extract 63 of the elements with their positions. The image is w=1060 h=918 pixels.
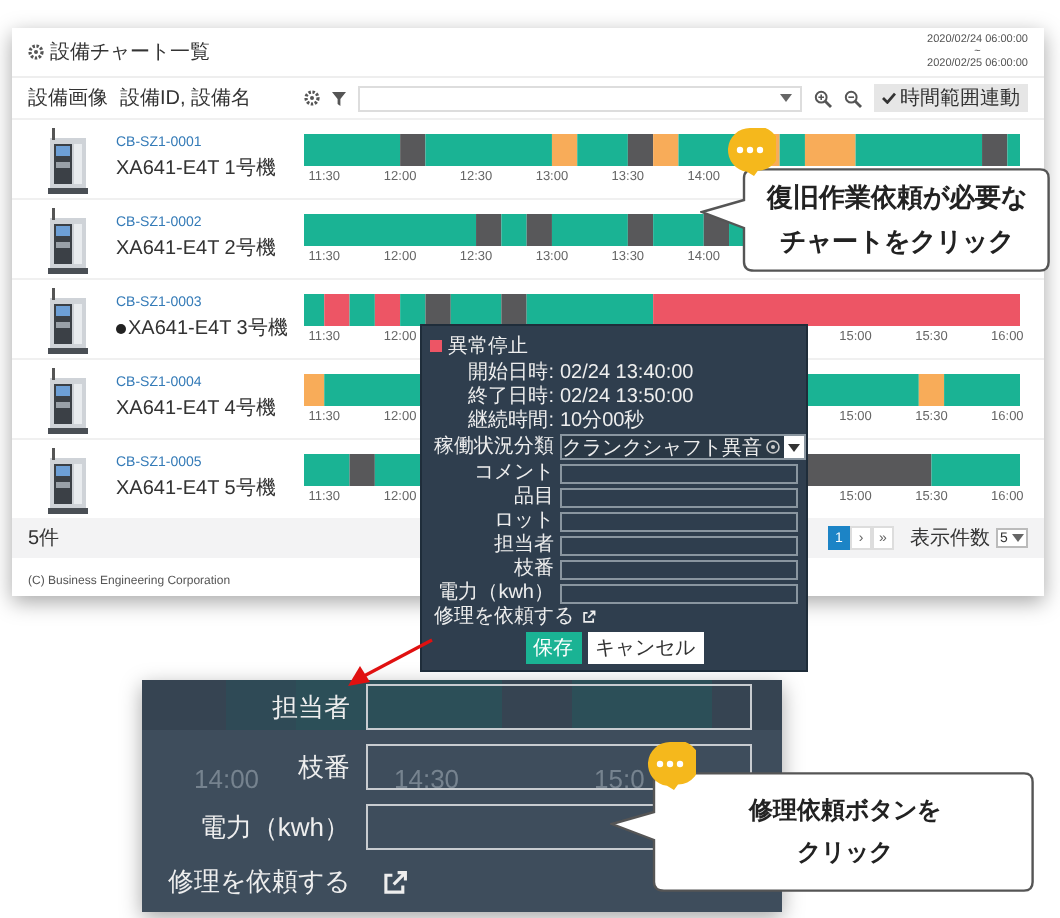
field-value: 02/24 13:50:00 — [560, 386, 694, 408]
field-label: ロット — [492, 510, 554, 532]
input-field[interactable] — [366, 684, 752, 730]
external-link-icon[interactable] — [582, 610, 596, 624]
field-label: 担当者 — [272, 689, 350, 725]
repair-request-link[interactable]: 修理を依頼する — [434, 606, 574, 628]
clear-icon[interactable] — [766, 440, 780, 454]
field-label: 担当者 — [492, 534, 554, 556]
field-label: コメント — [472, 462, 554, 484]
callout-text: 復旧作業依頼が必要な — [767, 180, 1027, 216]
check-icon — [882, 92, 896, 104]
field-value: 02/24 13:40:00 — [560, 362, 694, 384]
machine-name: XA641-E4T 3号機 — [128, 315, 288, 342]
page-size-label: 表示件数 — [910, 525, 990, 552]
page-title: 設備チャート一覧 — [50, 39, 210, 66]
input-field[interactable] — [560, 559, 798, 579]
gear-icon[interactable] — [28, 44, 44, 60]
machine-name: XA641-E4T 4号機 — [116, 395, 276, 422]
category-select[interactable]: クランクシャフト異音 — [560, 434, 806, 460]
field-label: 終了日時: — [466, 386, 554, 408]
callout-text: チャートをクリック — [780, 224, 1014, 260]
time-label: 15:0 — [594, 764, 645, 794]
callout-text: クリック — [797, 836, 893, 870]
input-field[interactable] — [560, 487, 798, 507]
input-field[interactable] — [560, 583, 798, 603]
chat-bubble-icon — [644, 742, 696, 790]
zoom-in-icon[interactable] — [814, 89, 832, 107]
field-label: 枝番 — [298, 749, 350, 785]
time-label: 14:00 — [194, 764, 260, 794]
input-field[interactable] — [560, 511, 798, 531]
machine-name: XA641-E4T 1号機 — [116, 155, 276, 182]
input-field[interactable] — [560, 535, 798, 555]
chat-bubble-icon — [724, 128, 776, 176]
field-label: 電力（kwh） — [199, 809, 350, 845]
zoom-out-icon[interactable] — [844, 89, 862, 107]
external-link-icon[interactable] — [382, 869, 408, 895]
field-label: 枝番 — [512, 558, 554, 580]
field-label: 電力（kwh） — [436, 582, 554, 604]
dialog-title: 異常停止 — [448, 333, 528, 360]
machine-name: XA641-E4T 5号機 — [116, 475, 276, 502]
input-field[interactable] — [560, 463, 798, 483]
field-label: 開始日時: — [466, 362, 554, 384]
caret-icon — [1012, 534, 1024, 542]
status-square-icon — [430, 340, 442, 352]
field-label: 品目 — [512, 486, 554, 508]
callout-text: 修理依頼ボタンを — [749, 794, 941, 828]
field-value: 10分00秒 — [560, 410, 645, 432]
pointer-arrow — [348, 638, 433, 686]
filter-icon[interactable] — [332, 91, 346, 105]
field-label: 継続時間: — [466, 410, 554, 432]
time-label: 14:30 — [394, 764, 460, 794]
machine-name: XA641-E4T 2号機 — [116, 235, 276, 262]
column-header: 設備画像 — [28, 85, 108, 112]
settings-icon[interactable] — [304, 90, 320, 106]
repair-request-link[interactable]: 修理を依頼する — [168, 864, 350, 900]
cancel-button[interactable]: キャンセル — [587, 632, 703, 664]
column-header: 設備ID, 設備名 — [120, 85, 254, 112]
caret-icon — [780, 94, 792, 102]
status-timeline-drawing[interactable] — [304, 293, 1020, 325]
record-count: 5件 — [28, 526, 60, 552]
range-link-button[interactable]: 時間範囲連動 — [874, 84, 1028, 112]
field-label: 稼働状況分類 — [432, 436, 554, 458]
status-timeline-drawing[interactable] — [304, 133, 1020, 165]
